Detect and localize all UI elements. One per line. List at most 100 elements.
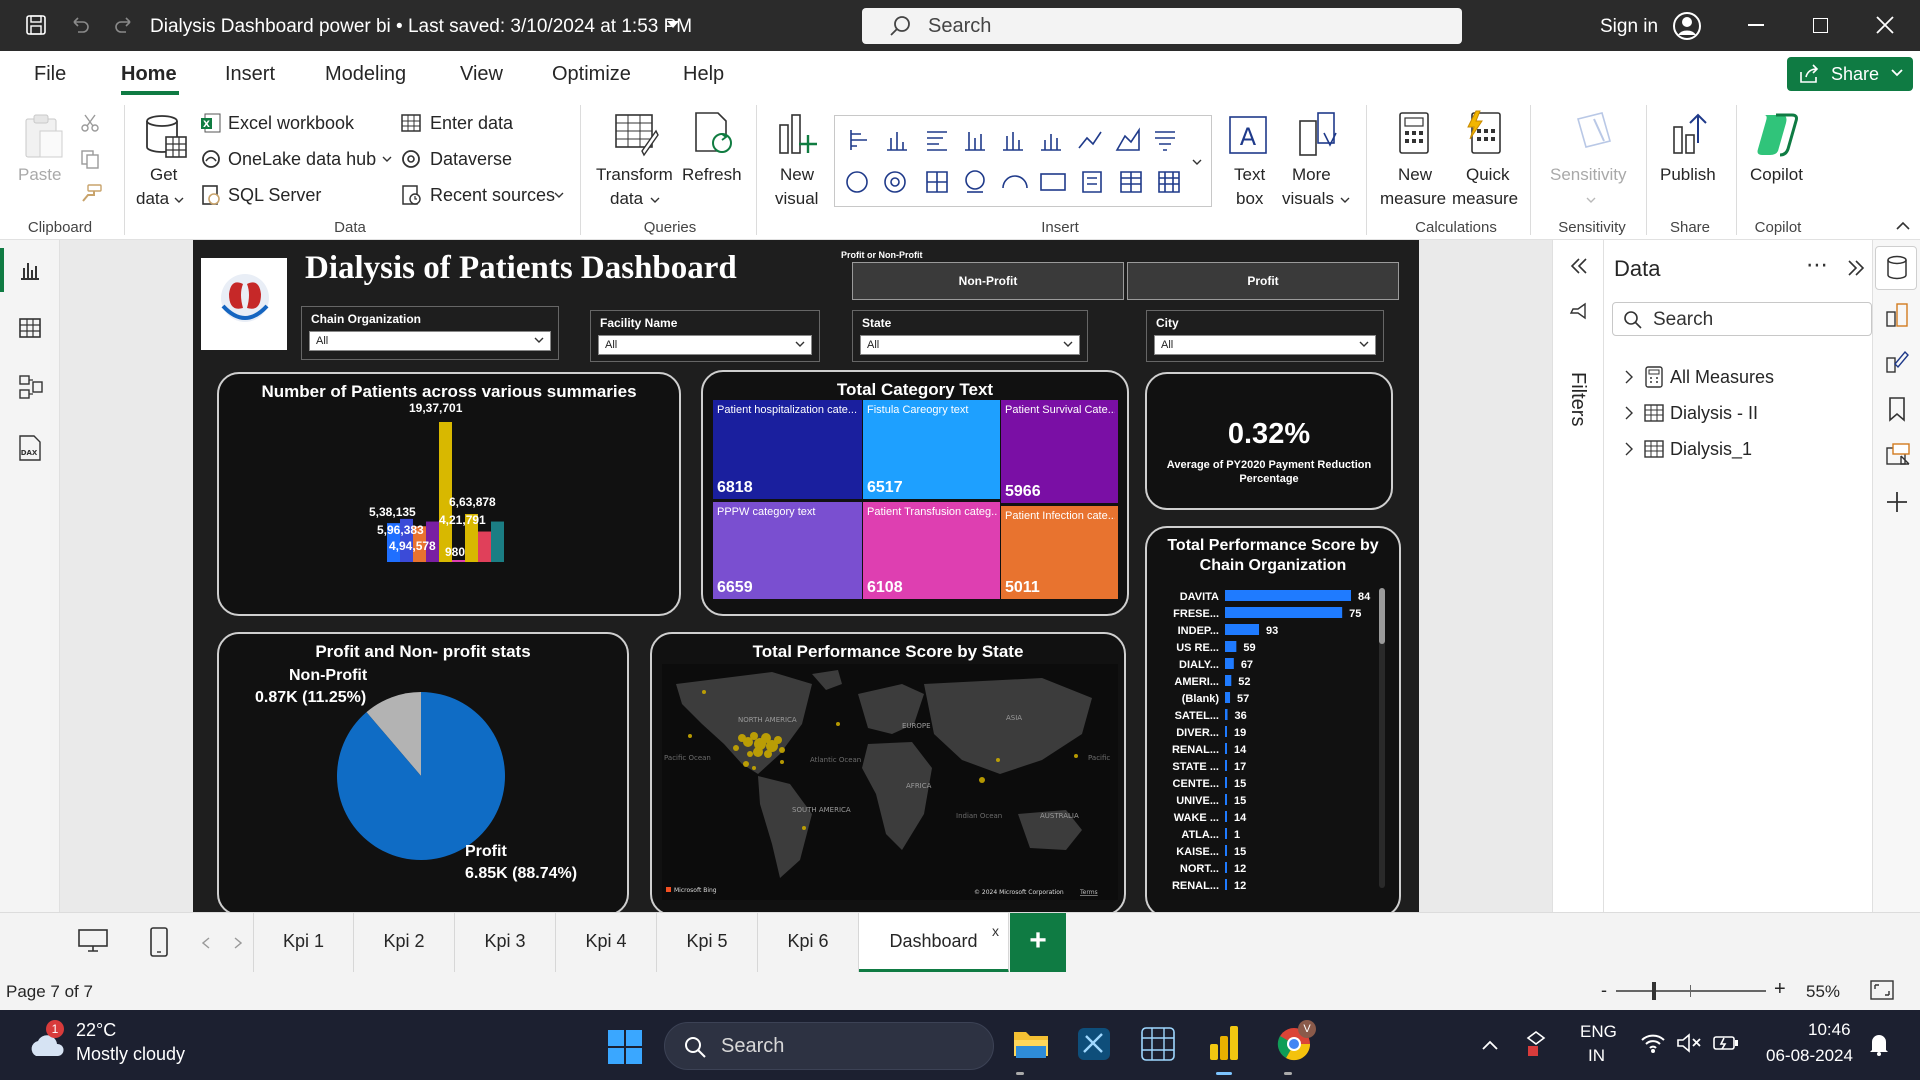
data-search-input[interactable]: Search	[1612, 302, 1872, 336]
tree-item-dialysis-1[interactable]: Dialysis_1	[1624, 436, 1874, 464]
dataverse-button[interactable]: Dataverse	[430, 149, 512, 170]
publish-button[interactable]: Publish	[1660, 163, 1716, 187]
hbar-mark[interactable]	[1225, 675, 1232, 686]
treemap-tile[interactable]: PPPW category text 6659	[713, 502, 862, 599]
chain-organization-slicer[interactable]: Chain Organization All	[301, 306, 559, 360]
pie-slice[interactable]	[337, 692, 505, 860]
hbar-mark[interactable]	[1225, 845, 1227, 856]
new-measure-button-line2[interactable]: measure	[1380, 187, 1446, 211]
category-treemap-card[interactable]: Total Category Text Patient hospitalizat…	[701, 370, 1129, 616]
file-explorer-icon[interactable]	[1012, 1026, 1050, 1060]
share-button[interactable]: Share	[1787, 57, 1913, 91]
menu-help[interactable]: Help	[683, 63, 724, 86]
page-tab-kpi-1[interactable]: Kpi 1	[253, 913, 354, 973]
tree-item-dialysis-ii[interactable]: Dialysis - II	[1624, 400, 1874, 428]
slicer-dropdown[interactable]: All	[309, 331, 551, 351]
fit-to-page-icon[interactable]	[1870, 980, 1894, 1000]
gallery-more-chevron-icon[interactable]	[1192, 159, 1202, 165]
taskbar-search-box[interactable]: Search	[664, 1022, 994, 1070]
chain-performance-chart-card[interactable]: Total Performance Score by Chain Organiz…	[1145, 526, 1401, 918]
enter-data-button[interactable]: Enter data	[430, 113, 513, 134]
hbar-mark[interactable]	[1225, 692, 1231, 703]
menu-optimize[interactable]: Optimize	[552, 63, 631, 86]
zoom-in-button[interactable]: +	[1774, 978, 1786, 1001]
more-visuals-button[interactable]: More	[1292, 163, 1331, 187]
hbar-mark[interactable]	[1225, 590, 1351, 601]
minimize-icon[interactable]	[1748, 24, 1764, 26]
model-view-icon[interactable]	[18, 374, 44, 400]
clock-date[interactable]: 06-08-2024	[1766, 1046, 1853, 1066]
dax-query-view-icon[interactable]: DAX	[16, 434, 44, 462]
hbar-mark[interactable]	[1225, 743, 1227, 754]
power-bi-icon[interactable]	[1208, 1024, 1240, 1062]
zoom-out-button[interactable]: -	[1601, 980, 1607, 1001]
treemap-tile[interactable]: Patient hospitalization cate... 6818	[713, 400, 862, 499]
text-box-button[interactable]: Text	[1234, 163, 1265, 187]
refresh-button[interactable]: Refresh	[682, 163, 742, 187]
battery-icon[interactable]	[1712, 1032, 1740, 1054]
bookmarks-pane-icon[interactable]	[1887, 396, 1907, 422]
treemap-tile[interactable]: Fistula Careogry text 6517	[863, 400, 1000, 499]
hbar-mark[interactable]	[1225, 879, 1227, 890]
filters-pane-collapsed[interactable]: Filters	[1552, 240, 1604, 912]
bar-mark[interactable]	[439, 422, 452, 562]
title-search-box[interactable]: Search	[862, 8, 1462, 44]
bar-mark[interactable]	[491, 521, 504, 562]
menu-insert[interactable]: Insert	[225, 63, 275, 86]
profit-stats-chart-card[interactable]: Profit and Non- profit stats Non-Profit 0…	[217, 632, 629, 916]
volume-muted-icon[interactable]	[1676, 1032, 1702, 1054]
hbar-mark[interactable]	[1225, 726, 1227, 737]
tree-item-all-measures[interactable]: All Measures	[1624, 364, 1874, 392]
add-page-button[interactable]: +	[1010, 913, 1066, 973]
save-icon[interactable]	[24, 13, 48, 37]
account-icon[interactable]	[1672, 11, 1702, 41]
page-tab-kpi-2[interactable]: Kpi 2	[354, 913, 455, 973]
new-visual-button[interactable]: New	[780, 163, 814, 187]
menu-modeling[interactable]: Modeling	[325, 63, 406, 86]
maximize-icon[interactable]	[1813, 18, 1828, 33]
payment-reduction-kpi-card[interactable]: 0.32% Average of PY2020 Payment Reductio…	[1145, 372, 1393, 510]
treemap-tile[interactable]: Patient Survival Cate... 5966	[1001, 400, 1118, 503]
sql-server-button[interactable]: SQL Server	[228, 185, 321, 206]
hbar-mark[interactable]	[1225, 794, 1227, 805]
cut-icon[interactable]	[80, 113, 100, 133]
copilot-button[interactable]: Copilot	[1750, 163, 1803, 187]
slicer-dropdown[interactable]: All	[598, 335, 812, 355]
non-profit-toggle-button[interactable]: Non-Profit	[852, 262, 1124, 300]
windows-start-icon[interactable]	[608, 1030, 642, 1064]
new-visual-button-line2[interactable]: visual	[775, 187, 818, 211]
redo-icon[interactable]	[112, 13, 136, 37]
excel-workbook-button[interactable]: Excel workbook	[228, 113, 354, 134]
world-map[interactable]: NORTH AMERICA EUROPE ASIA AFRICA SOUTH A…	[662, 664, 1118, 900]
hbar-mark[interactable]	[1225, 777, 1227, 788]
visual-type-icons[interactable]	[835, 116, 1213, 208]
collapse-ribbon-icon[interactable]	[1896, 221, 1910, 231]
transform-data-button[interactable]: Transform	[596, 163, 673, 187]
selection-pane-icon[interactable]	[1885, 442, 1911, 468]
slicer-dropdown[interactable]: All	[860, 335, 1080, 355]
add-pane-icon[interactable]	[1885, 490, 1909, 514]
chart-scrollbar[interactable]	[1379, 588, 1385, 888]
profit-toggle-button[interactable]: Profit	[1127, 262, 1399, 300]
treemap-tile[interactable]: Patient Transfusion categ... 6108	[863, 502, 1000, 599]
language-code[interactable]: ENG	[1580, 1022, 1617, 1042]
menu-view[interactable]: View	[460, 63, 503, 86]
recent-sources-button[interactable]: Recent sources	[430, 185, 555, 206]
close-tab-icon[interactable]: x	[992, 923, 999, 939]
hbar-mark[interactable]	[1225, 760, 1227, 771]
transform-data-button-line2[interactable]: data	[610, 187, 643, 211]
data-pane-toggle[interactable]	[1875, 246, 1917, 290]
onelake-data-hub-button[interactable]: OneLake data hub	[228, 149, 376, 170]
previous-page-icon[interactable]	[202, 937, 210, 949]
bar-mark[interactable]	[478, 531, 491, 562]
page-tab-kpi-3[interactable]: Kpi 3	[455, 913, 556, 973]
hbar-mark[interactable]	[1225, 811, 1227, 822]
hbar-mark[interactable]	[1225, 862, 1227, 873]
page-tab-kpi-5[interactable]: Kpi 5	[657, 913, 758, 973]
show-hidden-icons-chevron-icon[interactable]	[1482, 1040, 1498, 1050]
format-painter-icon[interactable]	[80, 183, 102, 203]
hbar-mark[interactable]	[1225, 641, 1237, 652]
get-data-button-line2[interactable]: data	[136, 187, 169, 211]
desktop-layout-icon[interactable]	[78, 929, 108, 953]
sensitivity-button[interactable]: Sensitivity	[1550, 163, 1627, 187]
